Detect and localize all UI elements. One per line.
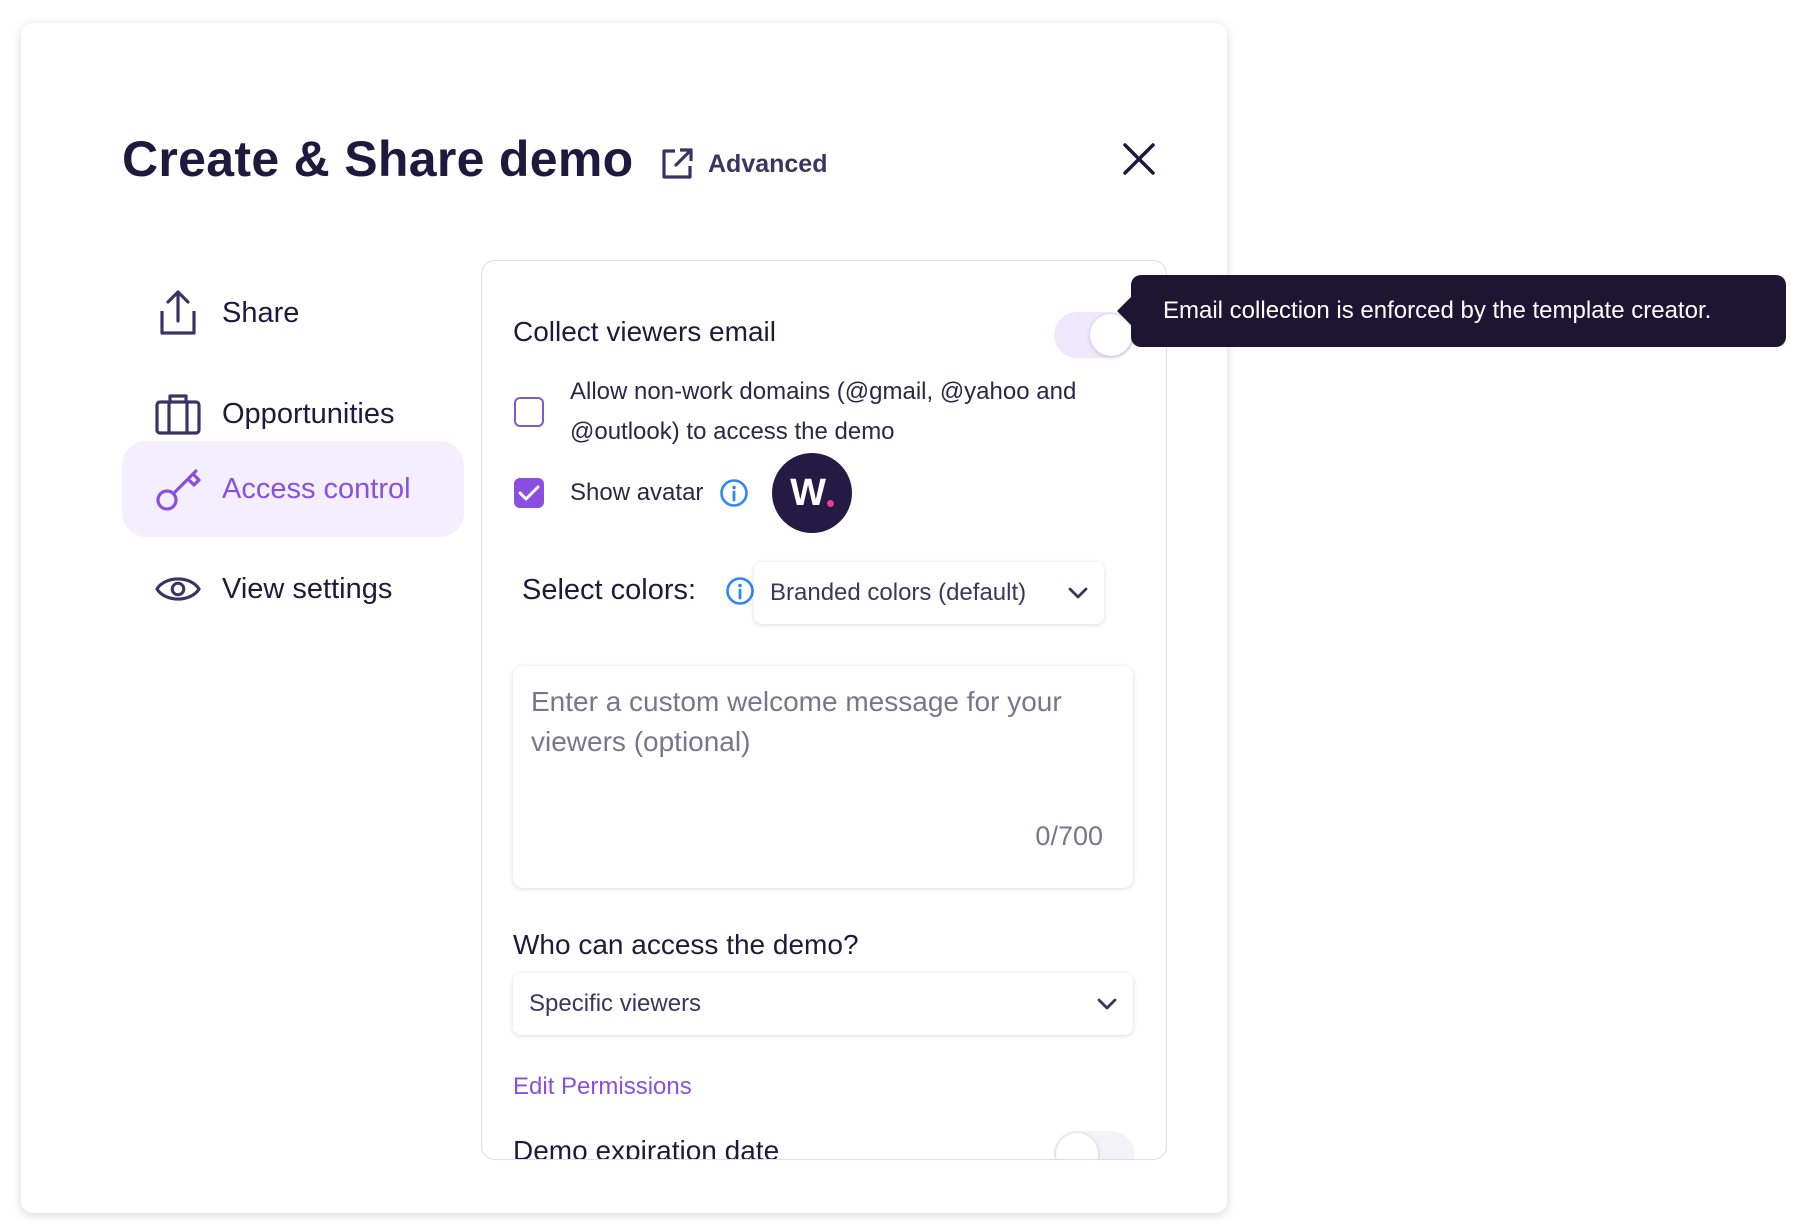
welcome-message-textarea[interactable]: Enter a custom welcome message for your … <box>513 666 1133 888</box>
avatar-letter: W <box>790 471 826 514</box>
expiration-date-label: Demo expiration date <box>513 1135 780 1160</box>
who-access-value: Specific viewers <box>529 990 702 1017</box>
tooltip-arrow <box>1117 297 1131 325</box>
email-enforced-tooltip: Email collection is enforced by the temp… <box>1117 275 1786 347</box>
colors-select[interactable]: Branded colors (default) <box>754 562 1104 624</box>
colors-select-value: Branded colors (default) <box>770 579 1027 606</box>
sidebar-item-label: Opportunities <box>222 397 395 430</box>
show-avatar-label: Show avatar <box>570 479 704 506</box>
avatar-dot <box>826 499 834 507</box>
allow-domains-text-line2: @outlook) to access the demo <box>570 418 895 445</box>
close-button[interactable] <box>1121 141 1157 177</box>
sidebar-item-access-control[interactable]: Access control <box>122 441 464 537</box>
chevron-down-icon <box>1068 587 1088 599</box>
collect-email-label: Collect viewers email <box>513 316 776 347</box>
sidebar-item-label: View settings <box>222 572 393 605</box>
who-access-select[interactable]: Specific viewers <box>513 973 1133 1035</box>
close-icon <box>1123 143 1155 175</box>
toggle-knob <box>1056 1133 1098 1159</box>
share-upload-icon <box>154 289 202 337</box>
avatar: W <box>772 453 852 533</box>
page-title: Create & Share demo <box>122 131 634 187</box>
access-control-panel: Collect viewers email Allow non-work dom… <box>481 260 1167 1160</box>
create-share-modal: Create & Share demo Advanced Share Oppor… <box>21 23 1227 1213</box>
expiration-date-toggle[interactable] <box>1054 1131 1134 1159</box>
external-link-icon <box>662 148 693 179</box>
who-access-label: Who can access the demo? <box>513 929 859 960</box>
key-icon <box>154 465 202 513</box>
info-icon[interactable] <box>719 478 749 508</box>
checkmark-icon <box>518 485 540 501</box>
allow-domains-text-line1: Allow non-work domains (@gmail, @yahoo a… <box>570 378 1077 405</box>
eye-icon <box>154 565 202 613</box>
sidebar-item-label: Access control <box>222 472 411 505</box>
sidebar-item-view-settings[interactable]: View settings <box>122 541 464 637</box>
briefcase-icon <box>154 390 202 438</box>
select-colors-label: Select colors: <box>522 574 697 606</box>
edit-permissions-link[interactable]: Edit Permissions <box>513 1073 692 1101</box>
sidebar-item-share[interactable]: Share <box>122 265 464 361</box>
character-counter: 0/700 <box>1035 821 1103 851</box>
advanced-label: Advanced <box>708 149 828 178</box>
info-icon[interactable] <box>725 576 755 606</box>
tooltip-text: Email collection is enforced by the temp… <box>1163 297 1712 324</box>
show-avatar-checkbox[interactable] <box>514 478 544 508</box>
welcome-placeholder-line1: Enter a custom welcome message for your <box>531 686 1062 717</box>
welcome-placeholder-line2: viewers (optional) <box>531 726 751 757</box>
allow-non-work-domains-checkbox[interactable] <box>514 397 544 427</box>
advanced-link[interactable]: Advanced <box>658 144 827 184</box>
sidebar-item-label: Share <box>222 296 300 329</box>
chevron-down-icon <box>1097 998 1117 1010</box>
